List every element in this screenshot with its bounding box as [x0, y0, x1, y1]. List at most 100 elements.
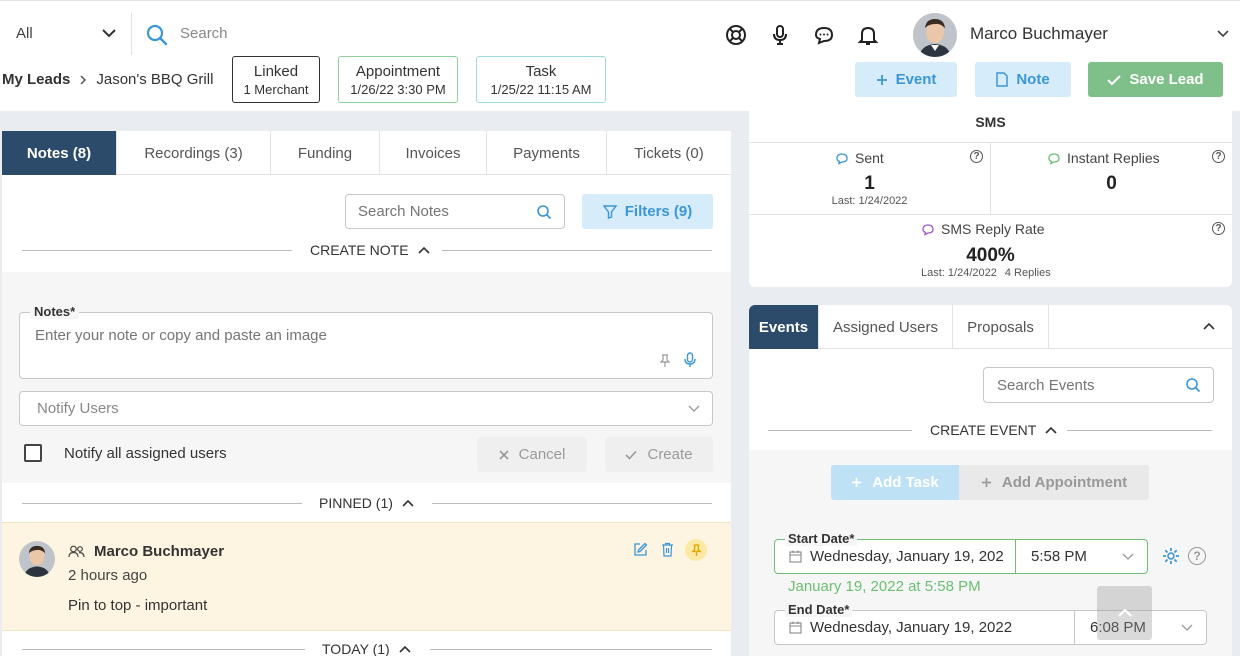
close-icon [499, 449, 509, 460]
search-notes-input[interactable] [358, 203, 528, 220]
notes-field[interactable] [19, 312, 713, 379]
divider [768, 430, 912, 431]
tab-assigned-users[interactable]: Assigned Users [819, 305, 953, 349]
add-appointment-button[interactable]: Add Appointment [959, 465, 1149, 500]
help-icon[interactable]: ? [1212, 150, 1225, 163]
chevron-up-icon[interactable] [1202, 321, 1216, 331]
bell-icon[interactable] [856, 23, 880, 47]
reply-rate-value: 400% [966, 245, 1015, 266]
microphone-icon[interactable] [683, 352, 697, 368]
create-button[interactable]: Create [605, 437, 713, 472]
avatar [19, 541, 55, 577]
reply-rate-meta: Last: 1/24/2022 4 Replies [921, 267, 1051, 279]
chevron-down-icon[interactable] [1181, 624, 1193, 632]
chevron-down-icon[interactable] [1122, 553, 1134, 561]
filters-button[interactable]: Filters (9) [582, 194, 713, 229]
avatar[interactable] [913, 13, 957, 57]
create-note-toggle[interactable]: CREATE NOTE [310, 242, 431, 258]
help-icon[interactable]: ? [1188, 547, 1206, 565]
tab-proposals[interactable]: Proposals [953, 305, 1049, 349]
appointment-chip[interactable]: Appointment 1/26/22 3:30 PM [338, 56, 458, 103]
chevron-down-icon[interactable] [101, 27, 117, 39]
start-time-value[interactable]: 5:58 PM [1031, 548, 1087, 565]
note-text: Pin to top - important [68, 597, 208, 614]
note-author[interactable]: Marco Buchmayer [94, 543, 224, 560]
instant-replies-label: Instant Replies [1067, 150, 1160, 166]
trash-icon[interactable] [661, 542, 674, 557]
user-name[interactable]: Marco Buchmayer [970, 24, 1108, 44]
linked-chip[interactable]: Linked 1 Merchant [232, 56, 320, 103]
scope-select[interactable]: All [16, 25, 33, 42]
search-icon[interactable] [1185, 377, 1201, 393]
divider [749, 214, 1232, 215]
add-task-button[interactable]: Add Task [831, 465, 959, 500]
search-events-field[interactable] [983, 367, 1214, 403]
sent-label: Sent [855, 150, 884, 166]
divider [22, 503, 302, 504]
task-chip[interactable]: Task 1/25/22 11:15 AM [476, 56, 606, 103]
instant-replies-value: 0 [1106, 173, 1117, 194]
chat-icon [1047, 152, 1061, 165]
filter-icon [602, 204, 617, 219]
breadcrumb-root[interactable]: My Leads [2, 71, 70, 88]
events-panel: Events Assigned Users Proposals CREATE E… [749, 305, 1232, 656]
chat-icon[interactable] [812, 23, 836, 47]
pin-icon[interactable] [685, 539, 707, 561]
scroll-to-top-button[interactable] [1097, 586, 1152, 640]
divider [1074, 611, 1075, 644]
notify-users-placeholder: Notify Users [37, 400, 119, 417]
edit-icon[interactable] [633, 542, 648, 557]
global-search-input[interactable] [180, 25, 580, 42]
search-notes-field[interactable] [345, 194, 565, 229]
chevron-up-icon [417, 245, 431, 255]
filters-label: Filters (9) [624, 203, 693, 220]
left-tabs: Notes (8) Recordings (3) Funding Invoice… [2, 131, 731, 175]
sms-title: SMS [975, 114, 1006, 130]
end-date-label: End Date* [785, 602, 853, 617]
create-event-title: CREATE EVENT [930, 422, 1037, 438]
today-title: TODAY (1) [322, 641, 390, 656]
save-lead-button[interactable]: Save Lead [1088, 62, 1223, 97]
tab-invoices[interactable]: Invoices [380, 131, 487, 175]
add-event-button[interactable]: Event [855, 62, 957, 97]
tab-payments[interactable]: Payments [487, 131, 607, 175]
create-note-title: CREATE NOTE [310, 242, 409, 258]
sent-last: Last: 1/24/2022 [831, 195, 908, 207]
add-note-button[interactable]: Note [975, 62, 1071, 97]
note-time: 2 hours ago [68, 567, 148, 584]
notes-textarea[interactable] [35, 327, 635, 351]
notify-all-checkbox[interactable] [24, 444, 42, 462]
today-toggle[interactable]: TODAY (1) [322, 641, 412, 656]
search-events-input[interactable] [997, 377, 1177, 394]
end-date-value: Wednesday, January 19, 2022 [810, 619, 1013, 636]
start-date-label: Start Date* [785, 531, 858, 546]
notify-users-select[interactable]: Notify Users [19, 391, 713, 426]
chevron-up-icon [1044, 425, 1058, 435]
microphone-icon[interactable] [768, 23, 792, 47]
gear-icon[interactable] [1162, 547, 1180, 565]
chevron-up-icon [401, 498, 415, 508]
tab-recordings[interactable]: Recordings (3) [117, 131, 271, 175]
check-icon [625, 450, 638, 460]
pin-icon[interactable] [659, 354, 671, 368]
pinned-toggle[interactable]: PINNED (1) [319, 495, 415, 511]
sms-stats-card: SMS Sent ? 1 Last: 1/24/2022 Instant Rep… [749, 111, 1232, 287]
support-icon[interactable] [724, 23, 748, 47]
help-icon[interactable]: ? [970, 150, 983, 163]
search-icon[interactable] [536, 204, 552, 220]
search-icon[interactable] [145, 23, 169, 47]
tab-tickets[interactable]: Tickets (0) [607, 131, 731, 175]
help-icon[interactable]: ? [1212, 222, 1225, 235]
tab-events[interactable]: Events [749, 305, 819, 349]
instant-stat-label: Instant Replies [1047, 150, 1160, 166]
tab-funding[interactable]: Funding [271, 131, 380, 175]
start-date-value: Wednesday, January 19, 202 [810, 548, 1004, 565]
cancel-button[interactable]: Cancel [477, 437, 587, 472]
notes-panel: Notes (8) Recordings (3) Funding Invoice… [2, 131, 731, 656]
add-appointment-label: Add Appointment [1001, 474, 1128, 491]
tab-notes[interactable]: Notes (8) [2, 131, 117, 175]
divider [1067, 430, 1212, 431]
chevron-down-icon[interactable] [1216, 29, 1230, 39]
chevron-up-icon [1117, 608, 1133, 618]
create-event-toggle[interactable]: CREATE EVENT [930, 422, 1058, 438]
